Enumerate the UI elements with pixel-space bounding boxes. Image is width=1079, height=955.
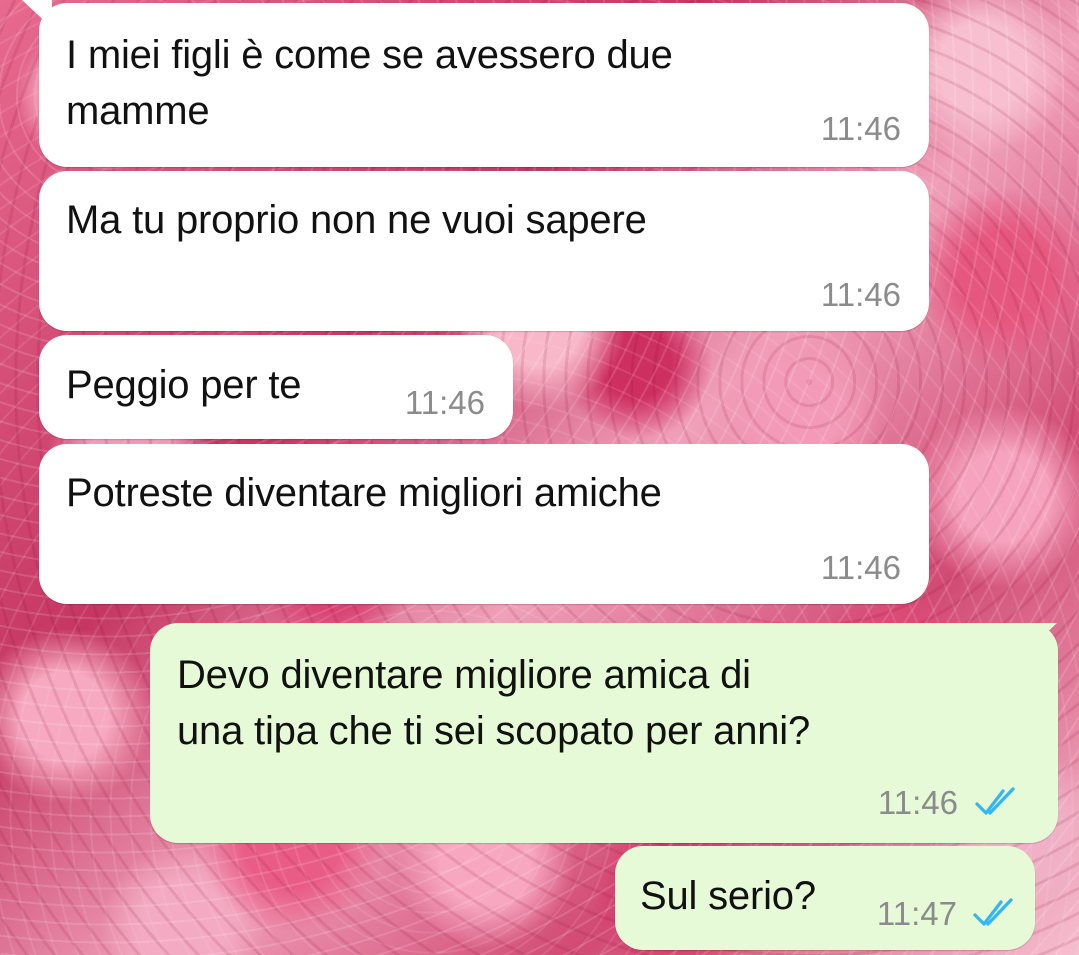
message-text: Potreste diventare migliori amiche — [66, 471, 662, 515]
message-text: Peggio per te — [66, 363, 302, 407]
message-timestamp: 11:46 — [820, 549, 901, 586]
message-text: Devo diventare migliore amica di una tip… — [177, 653, 811, 753]
message-text: Ma tu proprio non ne vuoi sapere — [66, 198, 647, 242]
message-text: Sul serio? — [640, 874, 816, 918]
double-check-icon — [975, 787, 1015, 815]
message-timestamp: 11:46 — [877, 784, 958, 821]
message-timestamp: 11:47 — [876, 895, 957, 932]
incoming-message-bubble[interactable]: Potreste diventare migliori amiche 11:46 — [39, 444, 929, 604]
incoming-message-bubble[interactable]: Ma tu proprio non ne vuoi sapere 11:46 — [39, 171, 929, 331]
outgoing-message-bubble[interactable]: Sul serio? 11:47 — [615, 846, 1035, 950]
message-timestamp: 11:46 — [820, 110, 901, 147]
message-text: I miei figli è come se avessero due mamm… — [66, 33, 673, 133]
double-check-icon — [973, 898, 1013, 926]
incoming-message-bubble[interactable]: Peggio per te 11:46 — [39, 335, 513, 439]
chat-message-list[interactable]: I miei figli è come se avessero due mamm… — [0, 0, 1079, 955]
message-timestamp: 11:46 — [820, 276, 901, 313]
incoming-message-bubble[interactable]: I miei figli è come se avessero due mamm… — [39, 3, 929, 167]
message-timestamp: 11:46 — [404, 384, 485, 421]
outgoing-message-bubble[interactable]: Devo diventare migliore amica di una tip… — [150, 623, 1058, 843]
